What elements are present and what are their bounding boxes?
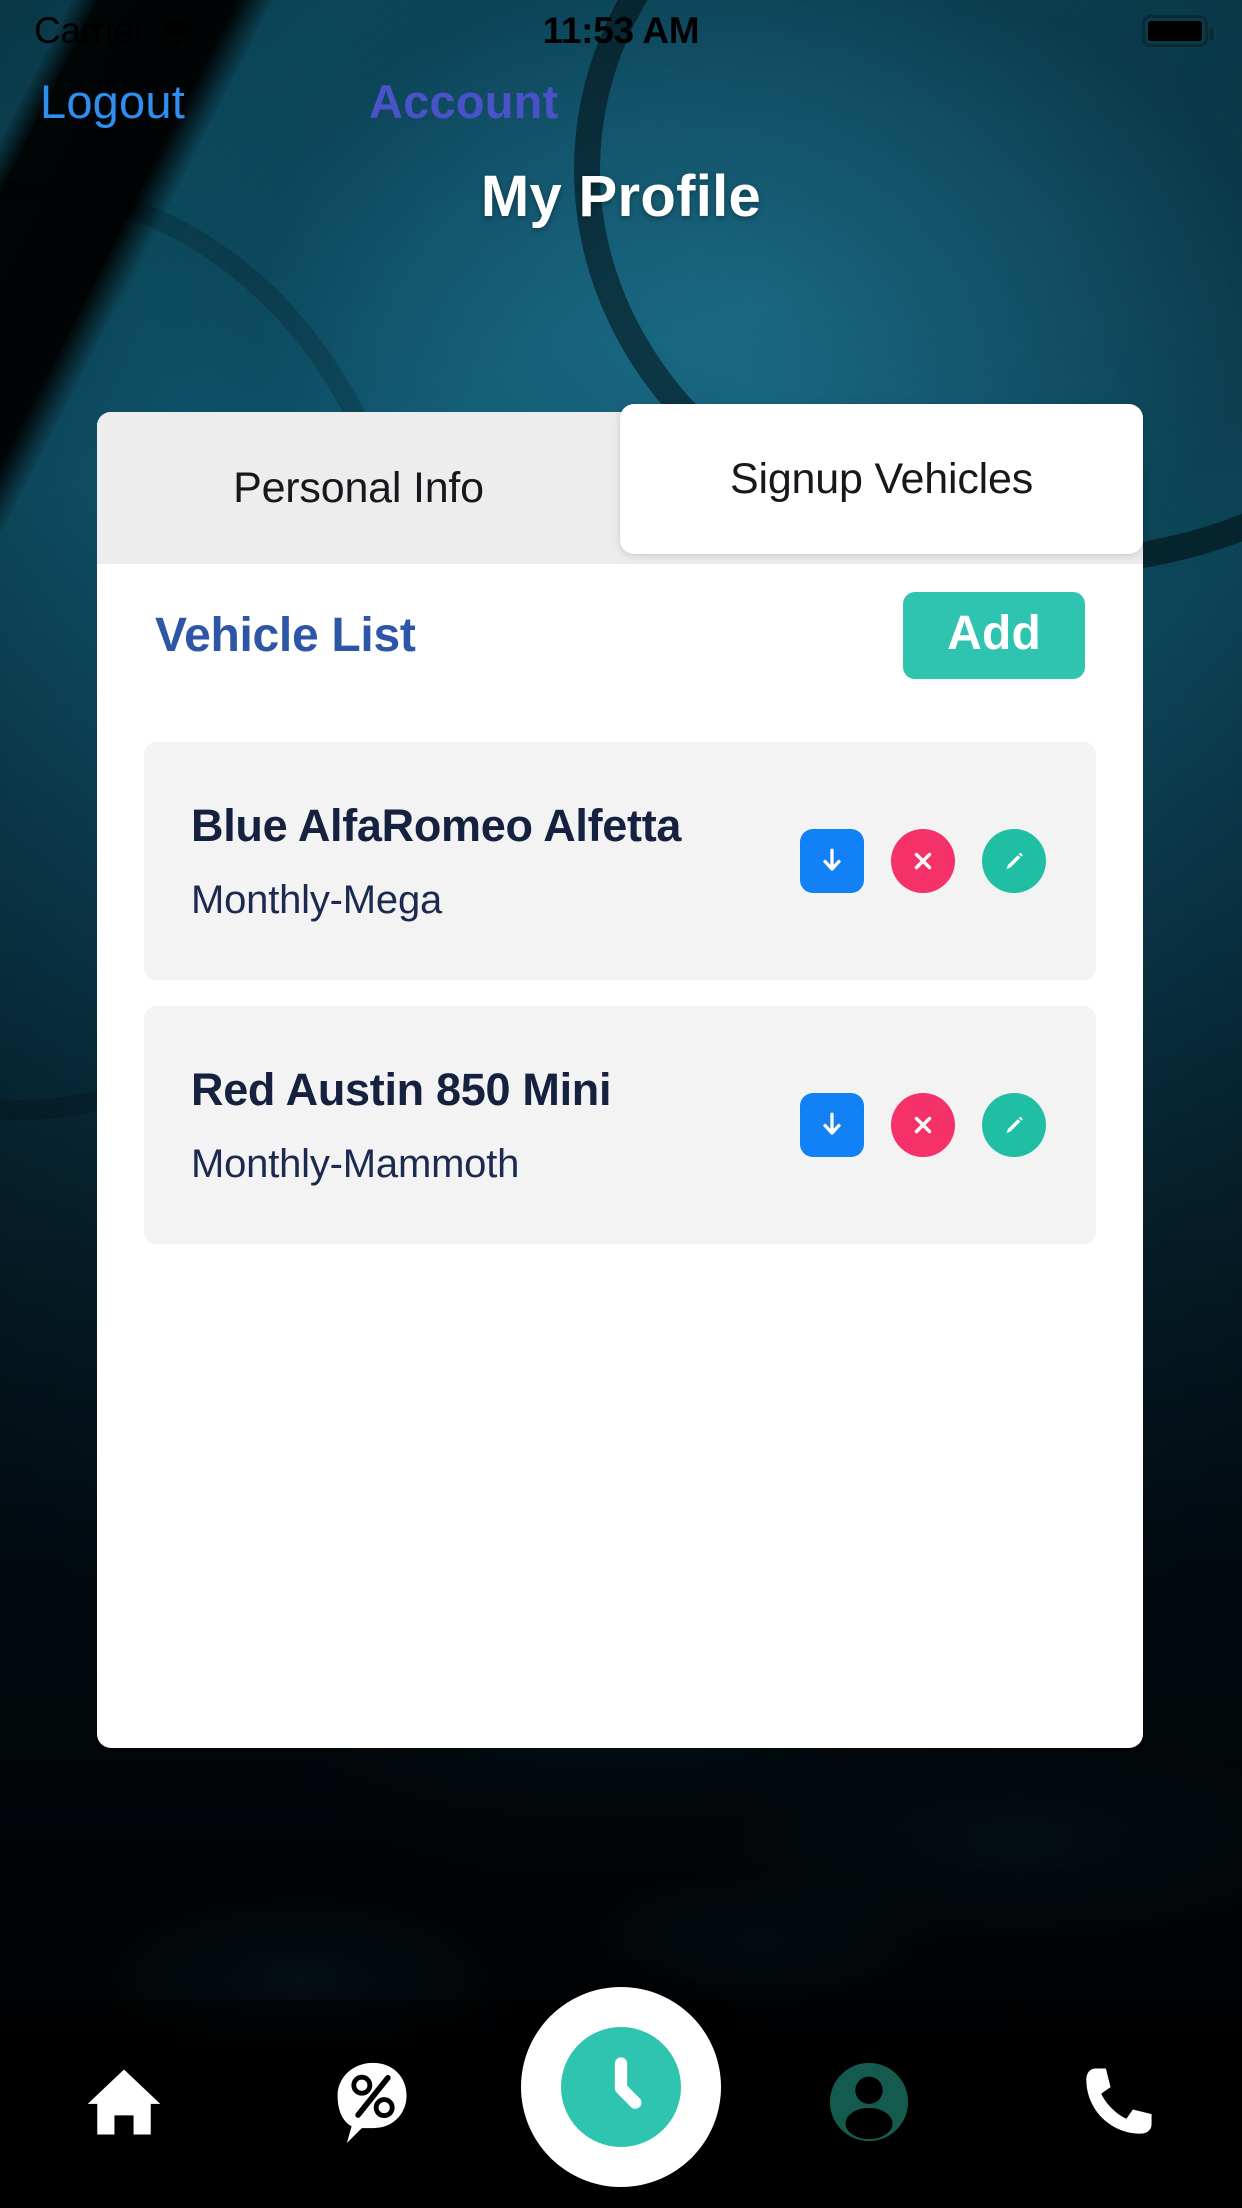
bottom-tab-bar — [0, 1987, 1242, 2208]
vehicle-list-title: Vehicle List — [155, 609, 416, 662]
vehicle-card[interactable]: Red Austin 850 Mini Monthly-Mammoth — [144, 1006, 1096, 1244]
tab-bar: Personal Info Signup Vehicles — [97, 404, 1143, 564]
vehicle-title: Red Austin 850 Mini — [191, 1063, 612, 1115]
bottom-nav-offers[interactable] — [248, 2000, 496, 2208]
delete-icon[interactable] — [891, 829, 955, 893]
tab-personal-info-label: Personal Info — [233, 463, 484, 512]
vehicle-list: Blue AlfaRomeo Alfetta Monthly-Mega Red … — [144, 742, 1096, 1270]
carrier-label: Carrier — [34, 10, 146, 51]
logout-link[interactable]: Logout — [40, 74, 185, 129]
vehicle-card[interactable]: Blue AlfaRomeo Alfetta Monthly-Mega — [144, 742, 1096, 980]
delete-icon[interactable] — [891, 1093, 955, 1157]
download-icon[interactable] — [800, 1093, 864, 1157]
vehicle-card-text: Blue AlfaRomeo Alfetta Monthly-Mega — [144, 800, 800, 923]
top-nav-links: Logout Account — [0, 74, 1242, 146]
vehicle-plan: Monthly-Mammoth — [191, 1141, 520, 1186]
download-icon[interactable] — [800, 829, 864, 893]
history-center-button[interactable] — [521, 1987, 722, 2187]
vehicle-plan: Monthly-Mega — [191, 877, 443, 922]
vehicle-card-actions — [800, 829, 1096, 893]
bottom-nav-profile[interactable] — [745, 2000, 993, 2208]
edit-icon[interactable] — [982, 1093, 1046, 1157]
clock-icon — [561, 2027, 682, 2147]
profile-panel: Personal Info Signup Vehicles Vehicle Li… — [97, 404, 1143, 1748]
bottom-nav-home[interactable] — [0, 2000, 248, 2208]
percent-bubble-icon — [332, 2057, 414, 2152]
home-icon — [82, 2060, 166, 2149]
status-bar: Carrier 11:53 AM — [0, 0, 1242, 62]
bottom-nav-history[interactable] — [497, 1987, 745, 2208]
phone-icon — [1077, 2061, 1159, 2148]
battery-full-icon — [1142, 15, 1214, 47]
tab-signup-vehicles[interactable]: Signup Vehicles — [620, 404, 1143, 554]
account-link[interactable]: Account — [369, 74, 558, 129]
page-title: My Profile — [480, 164, 762, 229]
person-icon — [826, 2059, 912, 2150]
tab-personal-info[interactable]: Personal Info — [97, 412, 620, 564]
vehicle-card-text: Red Austin 850 Mini Monthly-Mammoth — [144, 1064, 800, 1187]
edit-icon[interactable] — [982, 829, 1046, 893]
status-bar-left: Carrier — [34, 10, 194, 52]
tab-signup-vehicles-label: Signup Vehicles — [730, 454, 1033, 503]
status-bar-right — [1142, 15, 1214, 47]
vehicle-list-header: Vehicle List Add — [97, 592, 1143, 679]
bottom-nav-call[interactable] — [994, 2000, 1242, 2208]
vehicle-card-actions — [800, 1093, 1096, 1157]
wifi-icon — [160, 18, 194, 45]
add-vehicle-button[interactable]: Add — [903, 592, 1085, 679]
vehicle-title: Blue AlfaRomeo Alfetta — [191, 799, 682, 851]
